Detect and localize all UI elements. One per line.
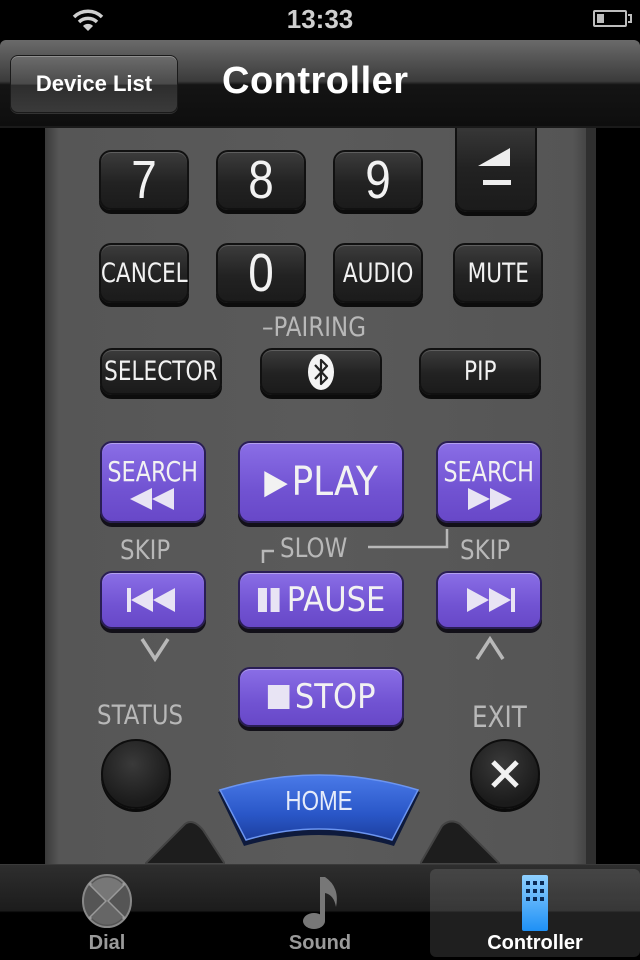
skip-forward-label: SKIP [460, 535, 511, 566]
selector-button[interactable]: SELECTOR [100, 348, 222, 395]
pairing-label: –PAIRING [262, 312, 366, 343]
page-title: Controller [222, 60, 409, 102]
pause-icon [258, 588, 280, 612]
device-list-button[interactable]: Device List [10, 55, 178, 113]
remote-edge [586, 128, 596, 864]
slow-bracket-line [261, 529, 449, 563]
fast-forward-icon [468, 487, 512, 510]
rewind-icon [130, 487, 174, 510]
key-0-label: 0 [248, 243, 274, 303]
home-label: HOME [285, 785, 353, 816]
audio-label: AUDIO [342, 257, 414, 289]
pip-label: PIP [463, 356, 497, 387]
key-9-label: 9 [365, 150, 391, 210]
status-time: 13:33 [286, 4, 354, 34]
volume-button[interactable] [455, 118, 537, 212]
key-8[interactable]: 8 [216, 150, 306, 210]
bluetooth-pairing-button[interactable] [260, 348, 382, 395]
dial-icon [82, 874, 132, 928]
key-7-label: 7 [131, 150, 157, 210]
exit-label: EXIT [472, 700, 527, 734]
status-button[interactable] [101, 739, 171, 809]
tab-controller-label: Controller [487, 932, 583, 954]
play-icon: ▶ [264, 462, 288, 502]
remote-control-icon [522, 875, 548, 931]
skip-back-button[interactable] [100, 571, 206, 629]
bluetooth-icon [308, 353, 334, 390]
search-forward-button[interactable]: SEARCH [436, 441, 542, 523]
pause-button[interactable]: PAUSE [238, 571, 404, 629]
cancel-button[interactable]: CANCEL [99, 243, 189, 303]
battery-level [597, 14, 604, 23]
status-bar: 13:33 [0, 0, 640, 40]
skip-forward-button[interactable] [436, 571, 542, 629]
stop-icon [268, 685, 290, 709]
key-7[interactable]: 7 [99, 150, 189, 210]
search-rewind-button[interactable]: SEARCH [100, 441, 206, 523]
tab-sound-label: Sound [288, 932, 352, 954]
skip-forward-icon [467, 588, 515, 612]
cancel-label: CANCEL [100, 257, 188, 289]
navigation-bar: Device List Controller [0, 40, 640, 128]
chevron-down-icon [140, 638, 170, 662]
skip-back-icon [127, 588, 175, 612]
tab-controller[interactable]: Controller [430, 869, 640, 957]
key-0[interactable]: 0 [216, 243, 306, 303]
battery-icon [593, 10, 627, 27]
search-forward-label: SEARCH [443, 454, 535, 488]
mute-button[interactable]: MUTE [453, 243, 543, 303]
pip-button[interactable]: PIP [419, 348, 541, 395]
play-button[interactable]: ▶ PLAY [238, 441, 404, 523]
skip-back-label: SKIP [120, 535, 171, 566]
music-note-icon [303, 877, 337, 929]
exit-button[interactable] [470, 739, 540, 809]
chevron-up-icon [475, 636, 505, 660]
audio-button[interactable]: AUDIO [333, 243, 423, 303]
search-rewind-label: SEARCH [107, 454, 199, 488]
stop-button[interactable]: STOP [238, 667, 404, 727]
key-9[interactable]: 9 [333, 150, 423, 210]
dpad-right-partial[interactable] [420, 820, 500, 864]
selector-label: SELECTOR [104, 356, 218, 387]
close-icon [491, 760, 519, 788]
tab-sound[interactable]: Sound [215, 869, 425, 957]
key-8-label: 8 [248, 150, 274, 210]
mute-label: MUTE [467, 257, 529, 289]
battery-tip [628, 14, 632, 23]
pause-label: PAUSE [286, 580, 386, 620]
stop-label: STOP [295, 677, 376, 717]
tab-dial-label: Dial [88, 932, 126, 954]
volume-icon [478, 148, 511, 185]
status-label: STATUS [97, 700, 184, 731]
home-label-wrap: HOME [214, 785, 424, 817]
dpad-left-partial[interactable] [145, 820, 225, 864]
tab-dial[interactable]: Dial [2, 869, 212, 957]
tab-bar: Dial Sound Controller [0, 864, 640, 960]
play-label: PLAY [291, 459, 378, 505]
